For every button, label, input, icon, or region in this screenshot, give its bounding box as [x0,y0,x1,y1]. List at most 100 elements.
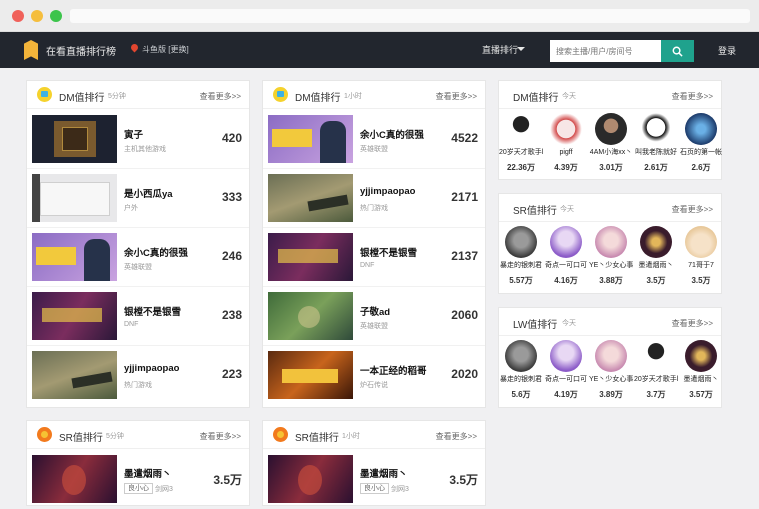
view-more-link[interactable]: 查看更多>> [672,318,713,329]
user-item[interactable]: 石页的第一帐 2.6万 [679,111,723,173]
rank-menu[interactable]: 直播排行 [482,43,518,56]
user-name[interactable]: YE丶少女心事 [589,375,633,384]
address-bar[interactable] [70,9,750,23]
streamer-name[interactable]: yjjimpaopao [124,363,179,374]
user-name[interactable]: 叫我老陈就好 [634,148,678,157]
avatar[interactable] [685,226,717,258]
user-item[interactable]: 20岁天才歌手l 3.7万 [634,338,678,400]
stream-thumbnail[interactable] [268,115,353,163]
user-name[interactable]: 71哥于7 [679,261,723,270]
stream-thumbnail[interactable] [32,233,117,281]
avatar[interactable] [685,113,717,145]
stream-thumbnail[interactable] [268,351,353,399]
stream-thumbnail[interactable] [32,292,117,340]
user-item[interactable]: pigff 4.39万 [544,111,588,173]
streamer-name[interactable]: 子敬ad [360,304,390,318]
avatar[interactable] [550,226,582,258]
user-name[interactable]: 墨遣烟雨丶 [634,261,678,270]
user-name[interactable]: 奇点一可口可 [544,261,588,270]
minimize-window-button[interactable] [31,10,43,22]
view-more-link[interactable]: 查看更多>> [200,431,241,442]
streamer-name[interactable]: 是小西瓜ya [124,186,173,200]
search-button[interactable] [661,40,694,62]
user-item[interactable]: 叫我老陈就好 2.61万 [634,111,678,173]
stream-thumbnail[interactable] [268,174,353,222]
streamer-name[interactable]: 余小C真的很强 [360,127,424,141]
user-name[interactable]: YE丶少女心事 [589,261,633,270]
platform-switch-link[interactable]: 斗鱼版 [更换] [142,44,189,55]
rank-row[interactable]: 余小C真的很强 英雄联盟 4522 [263,110,485,169]
streamer-name[interactable]: 银樘不是银雪 [360,245,417,259]
user-name[interactable]: pigff [544,148,588,157]
rank-row[interactable]: 墨遣烟雨丶 良小心 剑网3 3.5万 [263,450,485,509]
stream-thumbnail[interactable] [268,233,353,281]
chevron-down-icon[interactable] [517,47,525,51]
avatar[interactable] [595,113,627,145]
avatar[interactable] [550,340,582,372]
login-link[interactable]: 登录 [718,44,736,57]
streamer-name[interactable]: 墨遣烟雨丶 [124,466,172,480]
rank-row[interactable]: 子敬ad 英雄联盟 2060 [263,287,485,346]
user-item[interactable]: 20岁天才歌手l 22.36万 [499,111,543,173]
streamer-name[interactable]: 寅子 [124,127,143,141]
avatar[interactable] [505,113,537,145]
avatar[interactable] [505,226,537,258]
avatar[interactable] [640,226,672,258]
stream-thumbnail[interactable] [32,115,117,163]
user-item[interactable]: 墨遣烟雨丶 3.5万 [634,224,678,286]
stream-thumbnail[interactable] [268,455,353,503]
rank-row[interactable]: 余小C真的很强 英雄联盟 246 [27,228,249,287]
rank-row[interactable]: 寅子 主机其他游戏 420 [27,110,249,169]
streamer-name[interactable]: 银樘不是银雪 [124,304,181,318]
streamer-name[interactable]: 余小C真的很强 [124,245,188,259]
user-name[interactable]: 暴走的银刺君 [499,375,543,384]
user-item[interactable]: 暴走的银刺君 5.6万 [499,338,543,400]
avatar[interactable] [550,113,582,145]
rank-row[interactable]: 银樘不是银雪 DNF 238 [27,287,249,346]
site-logo-icon[interactable] [24,40,38,60]
close-window-button[interactable] [12,10,24,22]
avatar[interactable] [595,226,627,258]
user-name[interactable]: 20岁天才歌手l [499,148,543,157]
user-item[interactable]: 墨遣烟雨丶 3.57万 [679,338,723,400]
user-name[interactable]: 奇点一可口可 [544,375,588,384]
avatar[interactable] [595,340,627,372]
rank-row[interactable]: 银樘不是银雪 DNF 2137 [263,228,485,287]
user-name[interactable]: 4AM小海xx丶 [589,148,633,157]
user-name[interactable]: 20岁天才歌手l [634,375,678,384]
streamer-name[interactable]: 一本正经的稻哥 [360,363,427,377]
site-title[interactable]: 在看直播排行榜 [46,43,116,58]
rank-row[interactable]: yjjimpaopao 热门游戏 2171 [263,169,485,228]
user-name[interactable]: 墨遣烟雨丶 [679,375,723,384]
avatar[interactable] [505,340,537,372]
user-item[interactable]: 奇点一可口可 4.19万 [544,338,588,400]
streamer-name[interactable]: 墨遣烟雨丶 [360,466,408,480]
avatar[interactable] [685,340,717,372]
rank-row[interactable]: 一本正经的稻哥 炉石传说 2020 [263,346,485,405]
view-more-link[interactable]: 查看更多>> [436,91,477,102]
view-more-link[interactable]: 查看更多>> [672,204,713,215]
user-item[interactable]: 奇点一可口可 4.16万 [544,224,588,286]
rank-row[interactable]: yjjimpaopao 热门游戏 223 [27,346,249,405]
avatar[interactable] [640,113,672,145]
maximize-window-button[interactable] [50,10,62,22]
avatar[interactable] [640,340,672,372]
stream-thumbnail[interactable] [32,351,117,399]
user-name[interactable]: 暴走的银刺君 [499,261,543,270]
user-item[interactable]: 4AM小海xx丶 3.01万 [589,111,633,173]
user-item[interactable]: 暴走的银刺君 5.57万 [499,224,543,286]
streamer-name[interactable]: yjjimpaopao [360,186,415,197]
view-more-link[interactable]: 查看更多>> [200,91,241,102]
stream-thumbnail[interactable] [32,455,117,503]
user-item[interactable]: 71哥于7 3.5万 [679,224,723,286]
rank-row[interactable]: 是小西瓜ya 户外 333 [27,169,249,228]
rank-row[interactable]: 墨遣烟雨丶 良小心 剑网3 3.5万 [27,450,249,509]
view-more-link[interactable]: 查看更多>> [672,91,713,102]
search-input[interactable] [550,40,661,62]
view-more-link[interactable]: 查看更多>> [436,431,477,442]
user-item[interactable]: YE丶少女心事 3.89万 [589,338,633,400]
stream-thumbnail[interactable] [32,174,117,222]
user-item[interactable]: YE丶少女心事 3.88万 [589,224,633,286]
user-name[interactable]: 石页的第一帐 [679,148,723,157]
stream-thumbnail[interactable] [268,292,353,340]
